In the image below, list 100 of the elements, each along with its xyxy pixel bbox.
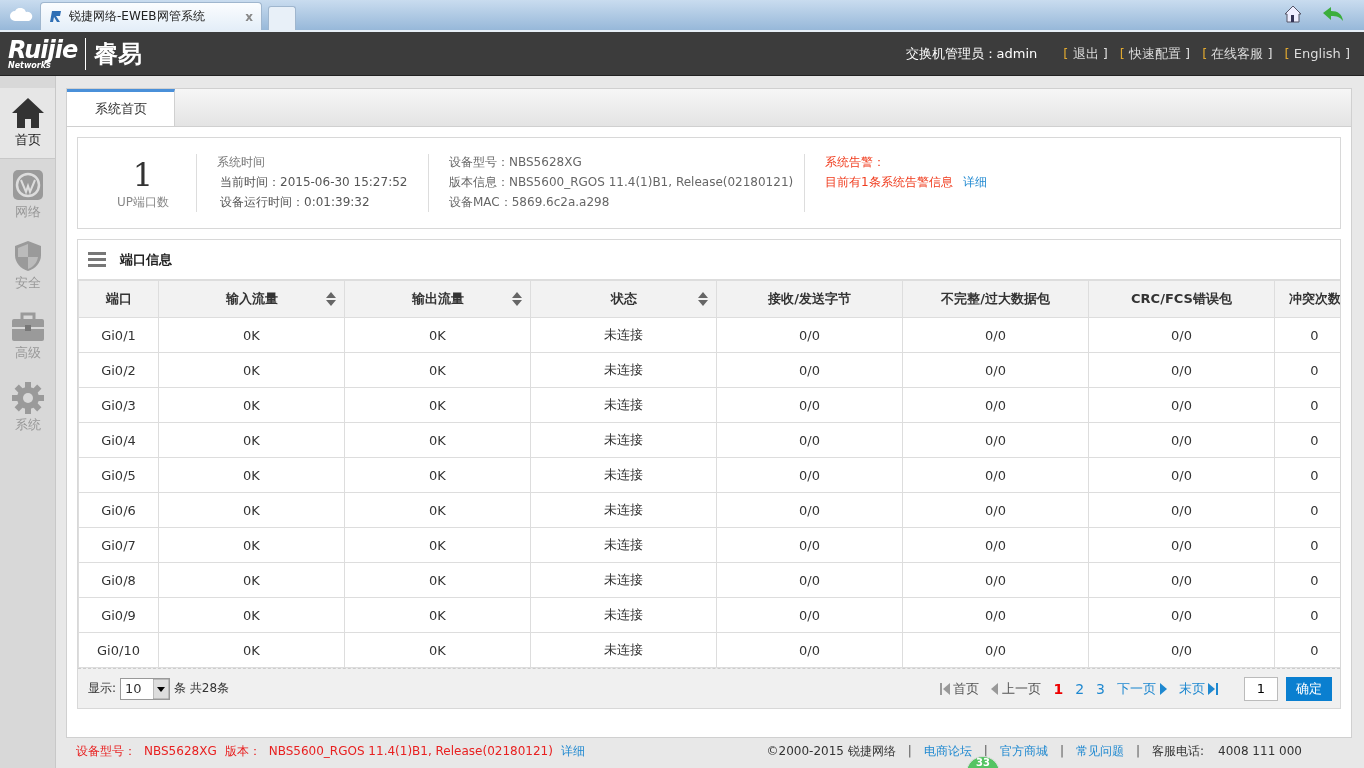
uptime: 设备运行时间：0:01:39:32	[219, 194, 371, 211]
table-cell: 未连接	[530, 527, 717, 563]
table-cell: 0K	[344, 387, 531, 423]
sidebar-item[interactable]: 系统	[0, 372, 55, 443]
last-page-icon	[1208, 682, 1218, 695]
table-cell: 未连接	[530, 387, 717, 423]
table-cell: 0/0	[716, 527, 903, 563]
sort-icon[interactable]	[325, 291, 337, 307]
footer-link[interactable]: 常见问题	[1075, 742, 1124, 760]
table-cell: 0/0	[716, 597, 903, 633]
table-cell: 0/0	[716, 422, 903, 458]
sidebar-item[interactable]: 网络	[0, 159, 55, 230]
header-link[interactable]: [ 快速配置 ]	[1119, 44, 1191, 63]
table-cell: 0/0	[716, 317, 903, 353]
page-tab[interactable]: 系统首页	[67, 89, 175, 126]
table-cell: 0K	[344, 492, 531, 528]
table-cell: 0/0	[1088, 352, 1275, 388]
table-cell: 0/0	[902, 422, 1089, 458]
page-number[interactable]: 1	[1053, 680, 1064, 697]
total-count: 条 共28条	[174, 680, 230, 697]
header-link[interactable]: [ English ]	[1284, 46, 1350, 61]
separator: |	[907, 744, 912, 758]
counter-badge[interactable]: 33	[966, 756, 1000, 768]
table-cell: 0/0	[1088, 632, 1275, 668]
table-cell: 0/0	[1088, 317, 1275, 353]
home-icon[interactable]	[1284, 5, 1302, 23]
table-cell: 0/0	[716, 457, 903, 493]
last-page-link[interactable]: 末页	[1179, 679, 1218, 698]
table-cell: 0/0	[902, 597, 1089, 633]
table-cell: 0/0	[902, 632, 1089, 668]
column-header: CRC/FCS错误包	[1088, 280, 1275, 318]
table-cell: 0/0	[1088, 387, 1275, 423]
up-label: UP端口数	[117, 193, 169, 211]
browser-tab[interactable]: 锐捷网络-EWEB网管系统 x	[40, 2, 262, 30]
column-header[interactable]: 输出流量	[344, 280, 531, 318]
table-cell: Gi0/10	[78, 632, 159, 668]
product-name: 睿易	[85, 37, 143, 70]
time-title: 系统时间	[217, 154, 266, 171]
table-cell: Gi0/6	[78, 492, 159, 528]
page-number[interactable]: 3	[1096, 680, 1105, 697]
table-cell: Gi0/1	[78, 317, 159, 353]
table-cell: 0K	[158, 632, 345, 668]
prev-page-icon	[991, 682, 1000, 695]
toolbox-icon	[10, 311, 45, 342]
page-number[interactable]: 2	[1075, 680, 1085, 697]
header-link[interactable]: [ 在线客服 ]	[1202, 44, 1273, 63]
alarm-text: 目前有1条系统告警信息	[825, 175, 953, 189]
table-cell: 0/0	[902, 457, 1089, 493]
table-cell: 0/0	[1088, 422, 1275, 458]
table-cell: 0/0	[902, 352, 1089, 388]
separator: |	[1059, 744, 1064, 758]
table-cell: 0/0	[902, 562, 1089, 598]
table-cell: 0K	[158, 527, 345, 563]
menu-icon	[88, 252, 106, 267]
gear-icon	[11, 381, 44, 414]
table-cell: 未连接	[530, 597, 717, 633]
table-cell: 0/0	[902, 387, 1089, 423]
table-cell: 0/0	[716, 562, 903, 598]
column-header: 接收/发送字节	[716, 280, 903, 318]
column-header[interactable]: 输入流量	[158, 280, 345, 318]
sort-icon[interactable]	[697, 291, 709, 307]
column-header: 端口	[78, 280, 159, 318]
sidebar-item[interactable]: 安全	[0, 230, 55, 301]
alarm-detail-link[interactable]: 详细	[962, 175, 987, 189]
next-page-link[interactable]: 下一页	[1117, 679, 1167, 698]
table-cell: 0K	[158, 562, 345, 598]
table-cell: 0K	[344, 562, 531, 598]
device-model: 设备型号：NBS5628XG	[449, 154, 583, 171]
phone-label: 客服电话:	[1151, 742, 1204, 760]
footer-detail-link[interactable]: 详细	[560, 742, 585, 760]
tab-close-button[interactable]: x	[245, 9, 253, 24]
current-time: 当前时间：2015-06-30 15:27:52	[219, 174, 409, 191]
page-size-select[interactable]: 10	[120, 677, 171, 700]
footer-link[interactable]: 官方商城	[999, 742, 1048, 760]
header-link[interactable]: [ 退出 ]	[1063, 44, 1108, 63]
table-cell: 0K	[344, 527, 531, 563]
ruijie-logo: Ruijie Networks	[8, 37, 78, 70]
confirm-button[interactable]: 确定	[1286, 676, 1332, 701]
table-cell: 未连接	[530, 492, 717, 528]
table-cell: 0/0	[716, 352, 903, 388]
footer-model: NBS5628XG	[144, 744, 217, 758]
dropdown-arrow-icon[interactable]	[153, 678, 170, 699]
table-cell: 0K	[344, 597, 531, 633]
shield-icon	[13, 239, 42, 272]
sidebar-item[interactable]: 高级	[0, 301, 55, 372]
phone-number: 4008 111 000	[1218, 744, 1302, 758]
table-cell: Gi0/9	[78, 597, 159, 633]
table-cell: 0K	[344, 317, 531, 353]
column-header[interactable]: 状态	[530, 280, 717, 318]
table-cell: 0K	[158, 317, 345, 353]
wordpress-icon	[11, 168, 44, 201]
table-cell: 未连接	[530, 317, 717, 353]
sort-icon[interactable]	[511, 291, 523, 307]
page-input[interactable]: 1	[1244, 676, 1278, 701]
table-cell: Gi0/3	[78, 387, 159, 423]
device-mac: 设备MAC：5869.6c2a.a298	[449, 194, 611, 211]
copyright: ©2000-2015 锐捷网络	[766, 742, 896, 760]
admin-label: 交换机管理员：admin	[905, 44, 1038, 63]
table-cell: 未连接	[530, 352, 717, 388]
sidebar-item[interactable]: 首页	[0, 88, 55, 159]
